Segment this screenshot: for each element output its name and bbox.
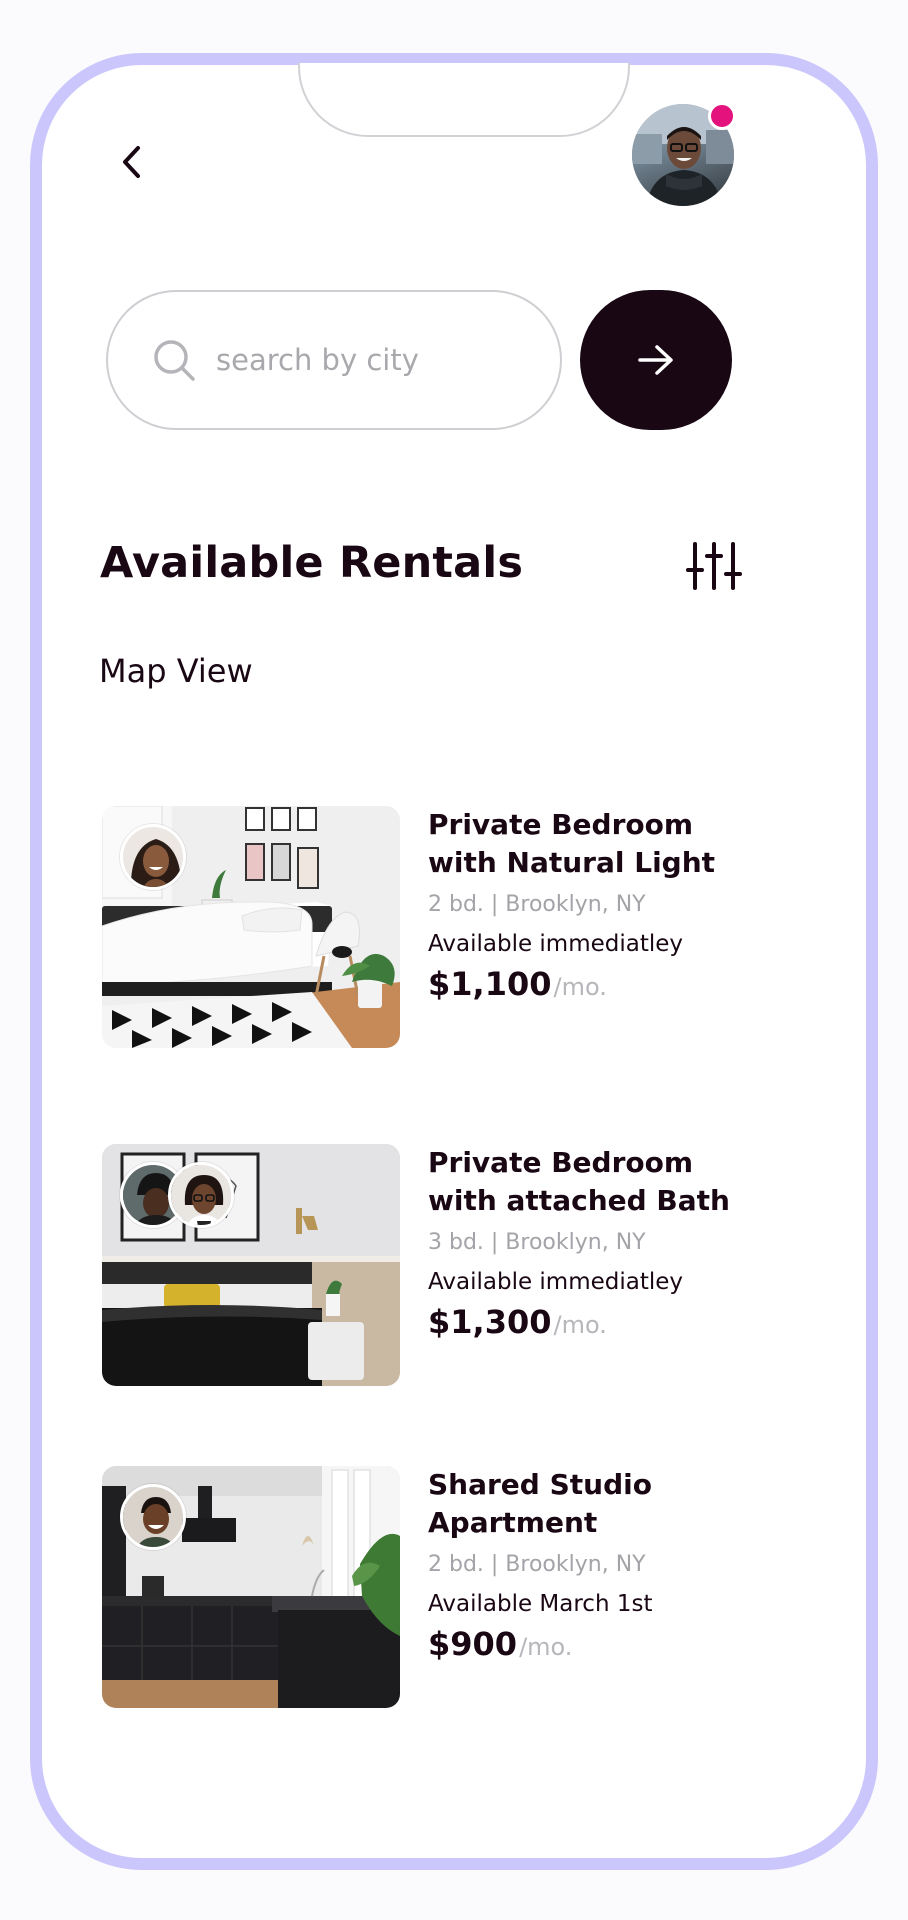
- listing-photo: [102, 1144, 400, 1386]
- listing-title: Shared Studio Apartment: [428, 1468, 652, 1539]
- listing-card[interactable]: Shared Studio Apartment 2 bd. | Brooklyn…: [102, 1466, 742, 1710]
- listing-availability: Available March 1st: [428, 1591, 653, 1617]
- page-title: Available Rentals: [100, 538, 524, 588]
- search-input[interactable]: [214, 342, 514, 378]
- filter-button[interactable]: [686, 540, 742, 592]
- listing-title: Private Bedroom with Natural Light: [428, 808, 716, 879]
- back-button[interactable]: [110, 140, 154, 184]
- listing-info: Private Bedroom with Natural Light 2 bd.…: [428, 806, 748, 1003]
- listing-availability: Available immediatley: [428, 1269, 684, 1295]
- listing-card[interactable]: Private Bedroom with attached Bath 3 bd.…: [102, 1144, 742, 1388]
- host-avatar: [120, 1484, 186, 1550]
- search-icon: [152, 338, 196, 382]
- listing-meta: 2 bd. | Brooklyn, NY: [428, 892, 646, 917]
- sliders-icon: [686, 542, 742, 590]
- chevron-left-icon: [123, 146, 140, 178]
- listing-info: Private Bedroom with attached Bath 3 bd.…: [428, 1144, 748, 1341]
- listing-photo: [102, 806, 400, 1048]
- listing-price-row: $1,300 /mo.: [428, 1303, 748, 1341]
- listing-price-row: $1,100 /mo.: [428, 965, 748, 1003]
- listing-price-unit: /mo.: [553, 1311, 607, 1339]
- search-submit-button[interactable]: [580, 290, 732, 430]
- phone-notch: [298, 63, 630, 137]
- listing-meta: 2 bd. | Brooklyn, NY: [428, 1552, 646, 1577]
- host-avatar: [120, 824, 186, 890]
- user-avatar-button[interactable]: [632, 102, 736, 206]
- listing-price: $1,100: [428, 965, 552, 1003]
- listing-title: Private Bedroom with attached Bath: [428, 1146, 730, 1217]
- listing-card[interactable]: Private Bedroom with Natural Light 2 bd.…: [102, 806, 742, 1050]
- listing-price-unit: /mo.: [519, 1633, 573, 1661]
- listing-price: $1,300: [428, 1303, 552, 1341]
- listing-photo: [102, 1466, 400, 1708]
- search-field[interactable]: [106, 290, 562, 430]
- listing-price-row: $900 /mo.: [428, 1625, 748, 1663]
- listing-price-unit: /mo.: [553, 973, 607, 1001]
- host-avatar: [168, 1162, 234, 1228]
- listing-availability: Available immediatley: [428, 931, 684, 957]
- listing-info: Shared Studio Apartment 2 bd. | Brooklyn…: [428, 1466, 748, 1663]
- listing-meta: 3 bd. | Brooklyn, NY: [428, 1230, 646, 1255]
- map-view-link[interactable]: Map View: [99, 652, 253, 690]
- arrow-right-icon: [638, 345, 673, 375]
- listing-price: $900: [428, 1625, 518, 1663]
- notification-badge: [708, 102, 736, 130]
